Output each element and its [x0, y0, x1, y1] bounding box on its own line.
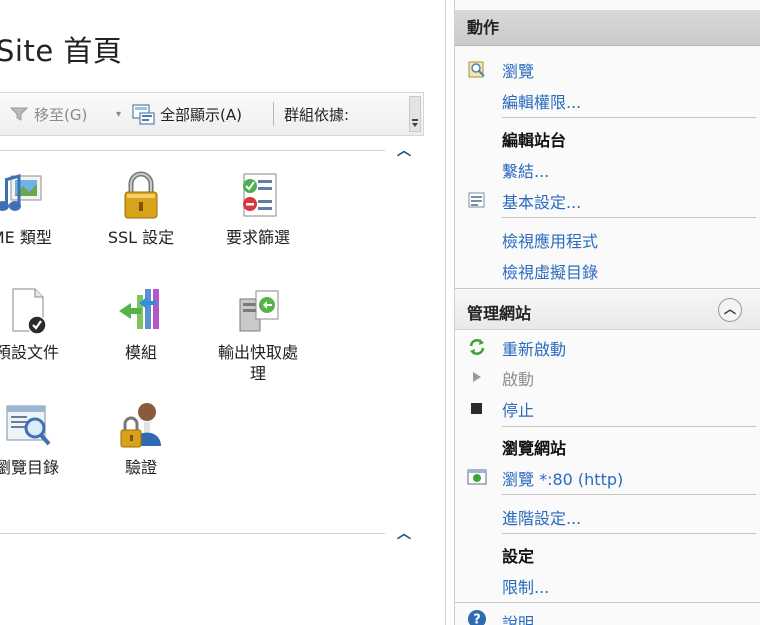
- action-edit-permissions[interactable]: 編輯權限...: [455, 85, 760, 113]
- goto-filter-button[interactable]: 移至(G): [10, 93, 87, 135]
- collapse-group-icon[interactable]: ︿: [396, 526, 412, 542]
- action-label: 瀏覽: [502, 62, 535, 81]
- feature-label: SSL 設定: [107, 228, 175, 247]
- action-label: 繫結...: [502, 162, 550, 181]
- modules-icon: [117, 285, 165, 335]
- feature-label: IME 類型: [0, 228, 52, 247]
- toolbar-separator: [273, 102, 274, 126]
- action-label: 檢視虛擬目錄: [502, 263, 599, 282]
- feature-label: 模組: [124, 343, 157, 362]
- action-restart[interactable]: 重新啟動: [455, 332, 760, 360]
- feature-label: 預設文件: [0, 343, 59, 362]
- feature-authentication[interactable]: 驗證: [86, 400, 196, 478]
- show-all-button[interactable]: 全部顯示(A): [132, 93, 242, 135]
- restart-icon: [469, 339, 485, 355]
- action-label: 編輯權限...: [502, 93, 582, 112]
- feature-label: 瀏覽目錄: [0, 458, 59, 477]
- goto-label: 移至(G): [34, 105, 88, 124]
- actions-header: 動作: [455, 10, 760, 46]
- request-filter-icon: [234, 170, 282, 220]
- action-help[interactable]: ? 說明: [455, 602, 760, 625]
- action-advanced-settings[interactable]: 進階設定...: [455, 501, 760, 529]
- manage-site-header[interactable]: 管理網站 ︿: [455, 288, 760, 330]
- play-icon: [473, 372, 481, 382]
- feature-request-filtering[interactable]: 要求篩選: [203, 170, 313, 248]
- section-separator: [502, 117, 756, 118]
- feature-label: 要求篩選: [225, 228, 290, 247]
- page-title: Site 首頁: [0, 34, 123, 68]
- action-basic-settings[interactable]: 基本設定...: [455, 185, 760, 213]
- section-separator: [502, 426, 756, 427]
- action-label: 啟動: [502, 370, 535, 389]
- help-icon: ?: [468, 610, 486, 625]
- features-view-pane: Site 首頁 移至(G) ▾ 全部顯示(A) 群組依據: ︿ E 類型 SSL…: [0, 0, 446, 625]
- group-divider: [0, 150, 385, 151]
- feature-mime-types[interactable]: IME 類型: [0, 170, 74, 248]
- action-browse-http-80[interactable]: 瀏覽 *:80 (http): [455, 462, 760, 490]
- collapse-chevron-icon[interactable]: ︿: [718, 298, 742, 322]
- action-label: 基本設定...: [502, 193, 582, 212]
- svg-text:?: ?: [473, 613, 481, 625]
- default-document-icon: [3, 285, 51, 335]
- action-start: 啟動: [455, 362, 760, 390]
- feature-output-caching[interactable]: 輸出快取處 理: [203, 285, 313, 384]
- show-all-label: 全部顯示(A): [160, 105, 242, 124]
- basic-settings-icon: [468, 192, 485, 208]
- action-bindings[interactable]: 繫結...: [455, 154, 760, 182]
- action-label: 檢視應用程式: [502, 232, 599, 251]
- action-label: 瀏覽 *:80 (http): [502, 470, 624, 489]
- action-limits[interactable]: 限制...: [455, 570, 760, 598]
- group-by-label: 群組依據:: [284, 105, 350, 124]
- toolbar-overflow-button[interactable]: [409, 96, 421, 132]
- action-browse[interactable]: 瀏覽: [455, 54, 760, 82]
- directory-browse-icon: [3, 400, 51, 450]
- features-toolbar: 移至(G) ▾ 全部顯示(A) 群組依據:: [0, 92, 424, 136]
- action-label: 進階設定...: [502, 509, 582, 528]
- action-view-applications[interactable]: 檢視應用程式: [455, 224, 760, 252]
- section-separator: [502, 494, 756, 495]
- feature-default-document[interactable]: 預設文件: [0, 285, 82, 363]
- manage-site-title: 管理網站: [467, 304, 532, 323]
- action-label: 限制...: [502, 578, 550, 597]
- overflow-chevron-icon: [412, 123, 418, 127]
- action-stop[interactable]: 停止: [455, 393, 760, 421]
- overflow-bar-icon: [412, 119, 418, 121]
- goto-dropdown-arrow[interactable]: ▾: [116, 93, 121, 135]
- actions-pane: 動作 瀏覽 編輯權限... 編輯站台 繫結... 基本設定... 檢視應用程式 …: [454, 0, 760, 625]
- feature-label: 驗證: [124, 458, 157, 477]
- feature-directory-browsing[interactable]: 瀏覽目錄: [0, 400, 82, 478]
- feature-ssl-settings[interactable]: SSL 設定: [86, 170, 196, 248]
- collapse-group-icon[interactable]: ︿: [396, 143, 412, 159]
- action-label: 重新啟動: [502, 340, 567, 359]
- browse-icon: [468, 61, 485, 78]
- feature-modules[interactable]: 模組: [86, 285, 196, 363]
- show-all-icon: [132, 104, 155, 125]
- group-by-dropdown[interactable]: 群組依據:: [284, 93, 349, 135]
- stop-icon: [471, 403, 482, 414]
- feature-label: 輸出快取處 理: [217, 343, 298, 383]
- action-view-virtual-directories[interactable]: 檢視虛擬目錄: [455, 255, 760, 283]
- section-title-configure: 設定: [502, 547, 535, 566]
- authentication-icon: [117, 400, 165, 450]
- section-separator: [502, 533, 756, 534]
- padlock-icon: [117, 170, 165, 220]
- section-title-edit-site: 編輯站台: [502, 131, 567, 150]
- filter-funnel-icon: [10, 107, 28, 121]
- action-label: 說明: [502, 614, 535, 625]
- action-label: 停止: [502, 401, 535, 420]
- browser-window-icon: [467, 469, 487, 485]
- section-separator: [502, 217, 756, 218]
- group-divider: [0, 533, 385, 534]
- section-title-browse-site: 瀏覽網站: [502, 439, 567, 458]
- output-cache-icon: [234, 285, 282, 335]
- mime-types-icon: [0, 170, 43, 220]
